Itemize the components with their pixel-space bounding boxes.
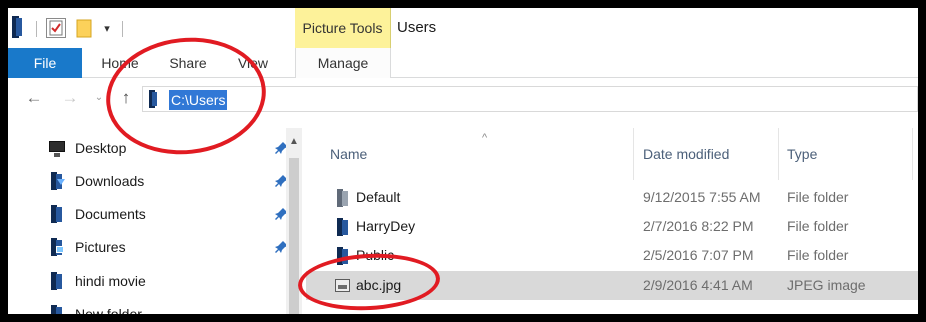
nav-item-label: Pictures <box>75 239 126 255</box>
file-type: File folder <box>787 247 849 263</box>
tab-manage[interactable]: Manage <box>295 48 391 78</box>
navigation-pane: Desktop Downloads Documents Pictures hin… <box>8 128 302 314</box>
nav-item-documents[interactable]: Documents <box>48 199 288 229</box>
file-row[interactable]: Public 2/5/2016 7:07 PM File folder <box>306 241 918 270</box>
up-button[interactable]: ↑ <box>116 87 136 109</box>
file-name: HarryDey <box>356 218 416 234</box>
desktop-icon <box>48 139 66 157</box>
sort-ascending-icon: ^ <box>482 132 488 144</box>
user-folder-icon <box>334 218 350 236</box>
explorer-window: ▾ Picture Tools Users File Home Share Vi… <box>8 8 918 314</box>
file-date-modified: 2/9/2016 4:41 AM <box>643 277 753 293</box>
recent-locations-button[interactable]: ⌄ <box>92 87 106 109</box>
nav-item-label: Documents <box>75 206 146 222</box>
column-header-date-modified[interactable]: Date modified <box>643 128 729 180</box>
nav-pane-scrollbar[interactable]: ▲ <box>286 128 302 314</box>
library-icon[interactable] <box>12 16 24 38</box>
image-file-icon <box>334 277 350 295</box>
forward-button[interactable]: → <box>60 87 80 109</box>
nav-item-desktop[interactable]: Desktop <box>48 133 288 163</box>
library-icon <box>48 305 66 314</box>
library-icon <box>48 272 66 290</box>
ribbon-tabs: File Home Share View Manage <box>8 48 918 78</box>
library-icon <box>149 90 161 108</box>
scroll-up-icon[interactable]: ▲ <box>286 134 302 150</box>
nav-item-downloads[interactable]: Downloads <box>48 166 288 196</box>
file-date-modified: 2/5/2016 7:07 PM <box>643 247 754 263</box>
file-list: ^ Name Date modified Type Default 9/12/2… <box>306 128 918 314</box>
file-row-selected[interactable]: abc.jpg 2/9/2016 4:41 AM JPEG image <box>306 271 918 300</box>
address-bar[interactable]: C:\Users <box>142 86 918 112</box>
scroll-thumb[interactable] <box>289 158 299 314</box>
file-name: Default <box>356 189 401 205</box>
file-date-modified: 9/12/2015 7:55 AM <box>643 189 761 205</box>
title-bar: ▾ Picture Tools Users <box>8 8 918 48</box>
address-input[interactable]: C:\Users <box>169 90 228 110</box>
file-name: Public <box>356 247 395 263</box>
picture-tools-header: Picture Tools <box>295 8 391 48</box>
nav-item-hindi-movie[interactable]: hindi movie <box>48 266 288 296</box>
tab-view[interactable]: View <box>230 48 276 78</box>
downloads-icon <box>48 172 66 190</box>
user-folder-icon <box>334 189 350 207</box>
nav-item-label: hindi movie <box>75 273 146 289</box>
divider <box>122 21 123 37</box>
nav-item-label: Downloads <box>75 173 145 189</box>
back-button[interactable]: ← <box>24 87 44 109</box>
column-header-name[interactable]: Name <box>330 128 367 180</box>
column-divider[interactable] <box>633 128 634 180</box>
nav-item-label: Desktop <box>75 140 127 156</box>
file-row[interactable]: HarryDey 2/7/2016 8:22 PM File folder <box>306 212 918 241</box>
user-folder-icon <box>334 247 350 265</box>
file-name: abc.jpg <box>356 277 402 293</box>
tab-share[interactable]: Share <box>160 48 216 78</box>
column-divider[interactable] <box>778 128 779 180</box>
nav-item-label: New folder <box>75 306 142 314</box>
tab-file[interactable]: File <box>8 48 82 78</box>
customize-dropdown-icon[interactable]: ▾ <box>98 18 116 38</box>
divider <box>36 21 37 37</box>
window-title: Users <box>397 19 437 36</box>
pictures-icon <box>48 238 66 256</box>
nav-item-pictures[interactable]: Pictures <box>48 232 288 262</box>
properties-icon[interactable] <box>46 18 66 38</box>
tab-home[interactable]: Home <box>96 48 144 78</box>
column-divider[interactable] <box>912 128 913 180</box>
documents-icon <box>48 205 66 223</box>
file-type: File folder <box>787 189 849 205</box>
file-date-modified: 2/7/2016 8:22 PM <box>643 218 754 234</box>
new-folder-icon[interactable] <box>74 18 94 38</box>
file-row[interactable]: Default 9/12/2015 7:55 AM File folder <box>306 183 918 212</box>
nav-item-new-folder[interactable]: New folder <box>48 299 288 314</box>
file-type: File folder <box>787 218 849 234</box>
navigation-bar: ← → ⌄ ↑ C:\Users <box>8 79 918 119</box>
file-type: JPEG image <box>787 277 866 293</box>
column-header-type[interactable]: Type <box>787 128 817 180</box>
